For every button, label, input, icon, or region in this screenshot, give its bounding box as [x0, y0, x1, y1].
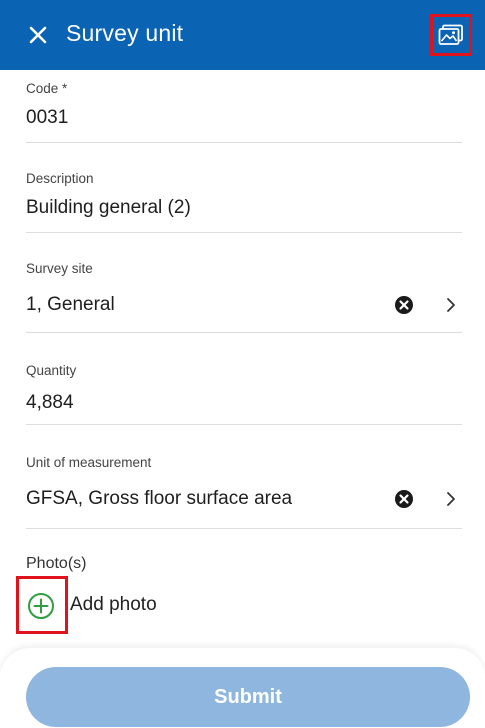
survey-site-field[interactable]: Survey site 1, General: [26, 258, 462, 333]
description-value: Building general (2): [26, 197, 191, 218]
quantity-field[interactable]: Quantity 4,884: [26, 360, 462, 425]
clear-icon[interactable]: [394, 295, 414, 315]
code-label: Code *: [26, 81, 68, 96]
chevron-right-icon[interactable]: [444, 295, 458, 315]
unit-of-measurement-field[interactable]: Unit of measurement GFSA, Gross floor su…: [26, 452, 462, 529]
quantity-label: Quantity: [26, 363, 77, 378]
unit-of-measurement-value: GFSA, Gross floor surface area: [26, 488, 293, 509]
submit-button[interactable]: Submit: [26, 667, 470, 727]
photos-label: Photo(s): [26, 555, 87, 572]
description-field[interactable]: Description Building general (2): [26, 168, 462, 233]
app-header: Survey unit: [0, 0, 485, 70]
close-icon[interactable]: [26, 23, 50, 47]
image-icon[interactable]: [430, 14, 472, 56]
quantity-value: 4,884: [26, 392, 74, 413]
description-label: Description: [26, 171, 94, 186]
survey-site-value: 1, General: [26, 294, 115, 315]
code-value: 0031: [26, 107, 69, 128]
clear-icon[interactable]: [394, 489, 414, 509]
add-circle-icon[interactable]: [27, 592, 55, 620]
chevron-right-icon[interactable]: [444, 489, 458, 509]
code-field[interactable]: Code * 0031: [26, 78, 462, 143]
unit-of-measurement-label: Unit of measurement: [26, 455, 152, 470]
add-photo-button[interactable]: Add photo: [70, 594, 157, 616]
page-title: Survey unit: [66, 20, 184, 46]
survey-site-label: Survey site: [26, 261, 93, 276]
